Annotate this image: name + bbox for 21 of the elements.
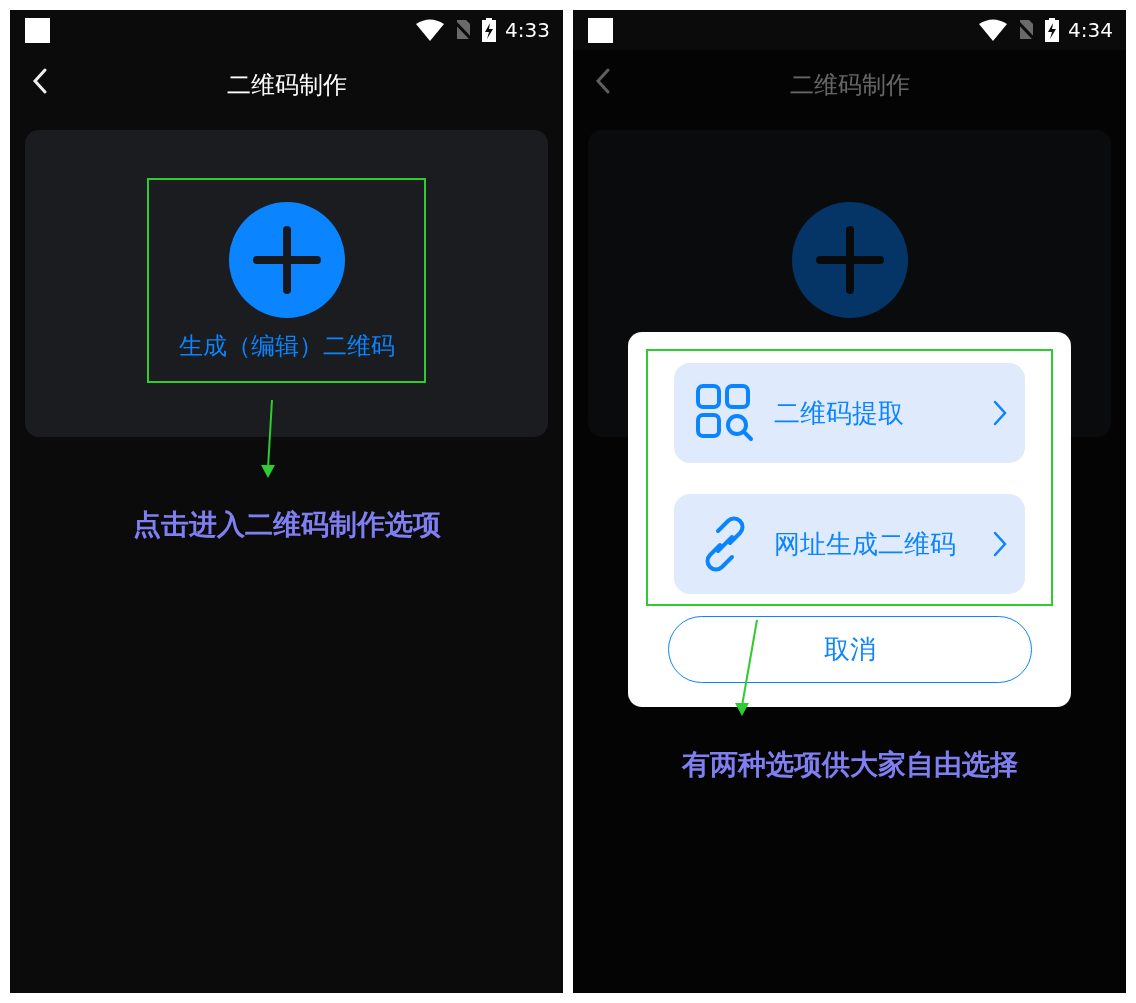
annotation-caption: 有两种选项供大家自由选择	[680, 747, 1019, 783]
page-title: 二维码制作	[789, 70, 910, 101]
notification-icon	[588, 17, 613, 43]
chevron-right-icon	[993, 400, 1007, 426]
add-button[interactable]	[228, 202, 345, 318]
status-time: 4:34	[1068, 18, 1113, 42]
page-title: 二维码制作	[226, 70, 347, 101]
wifi-icon	[416, 19, 445, 41]
chevron-right-icon	[993, 531, 1007, 557]
battery-charging-icon	[1045, 18, 1060, 42]
annotation-caption: 点击进入二维码制作选项	[131, 507, 442, 543]
back-icon[interactable]	[32, 68, 48, 94]
status-time: 4:33	[505, 18, 550, 42]
option-button[interactable]: 二维码提取	[674, 363, 1025, 463]
qr-scan-icon	[696, 384, 754, 442]
wifi-icon	[979, 19, 1008, 41]
create-qr-label[interactable]: 生成（编辑）二维码	[178, 330, 395, 362]
battery-charging-icon	[482, 18, 497, 42]
notification-icon	[25, 17, 50, 43]
cancel-button[interactable]: 取消	[667, 616, 1032, 683]
option-button[interactable]: 网址生成二维码	[674, 494, 1025, 594]
